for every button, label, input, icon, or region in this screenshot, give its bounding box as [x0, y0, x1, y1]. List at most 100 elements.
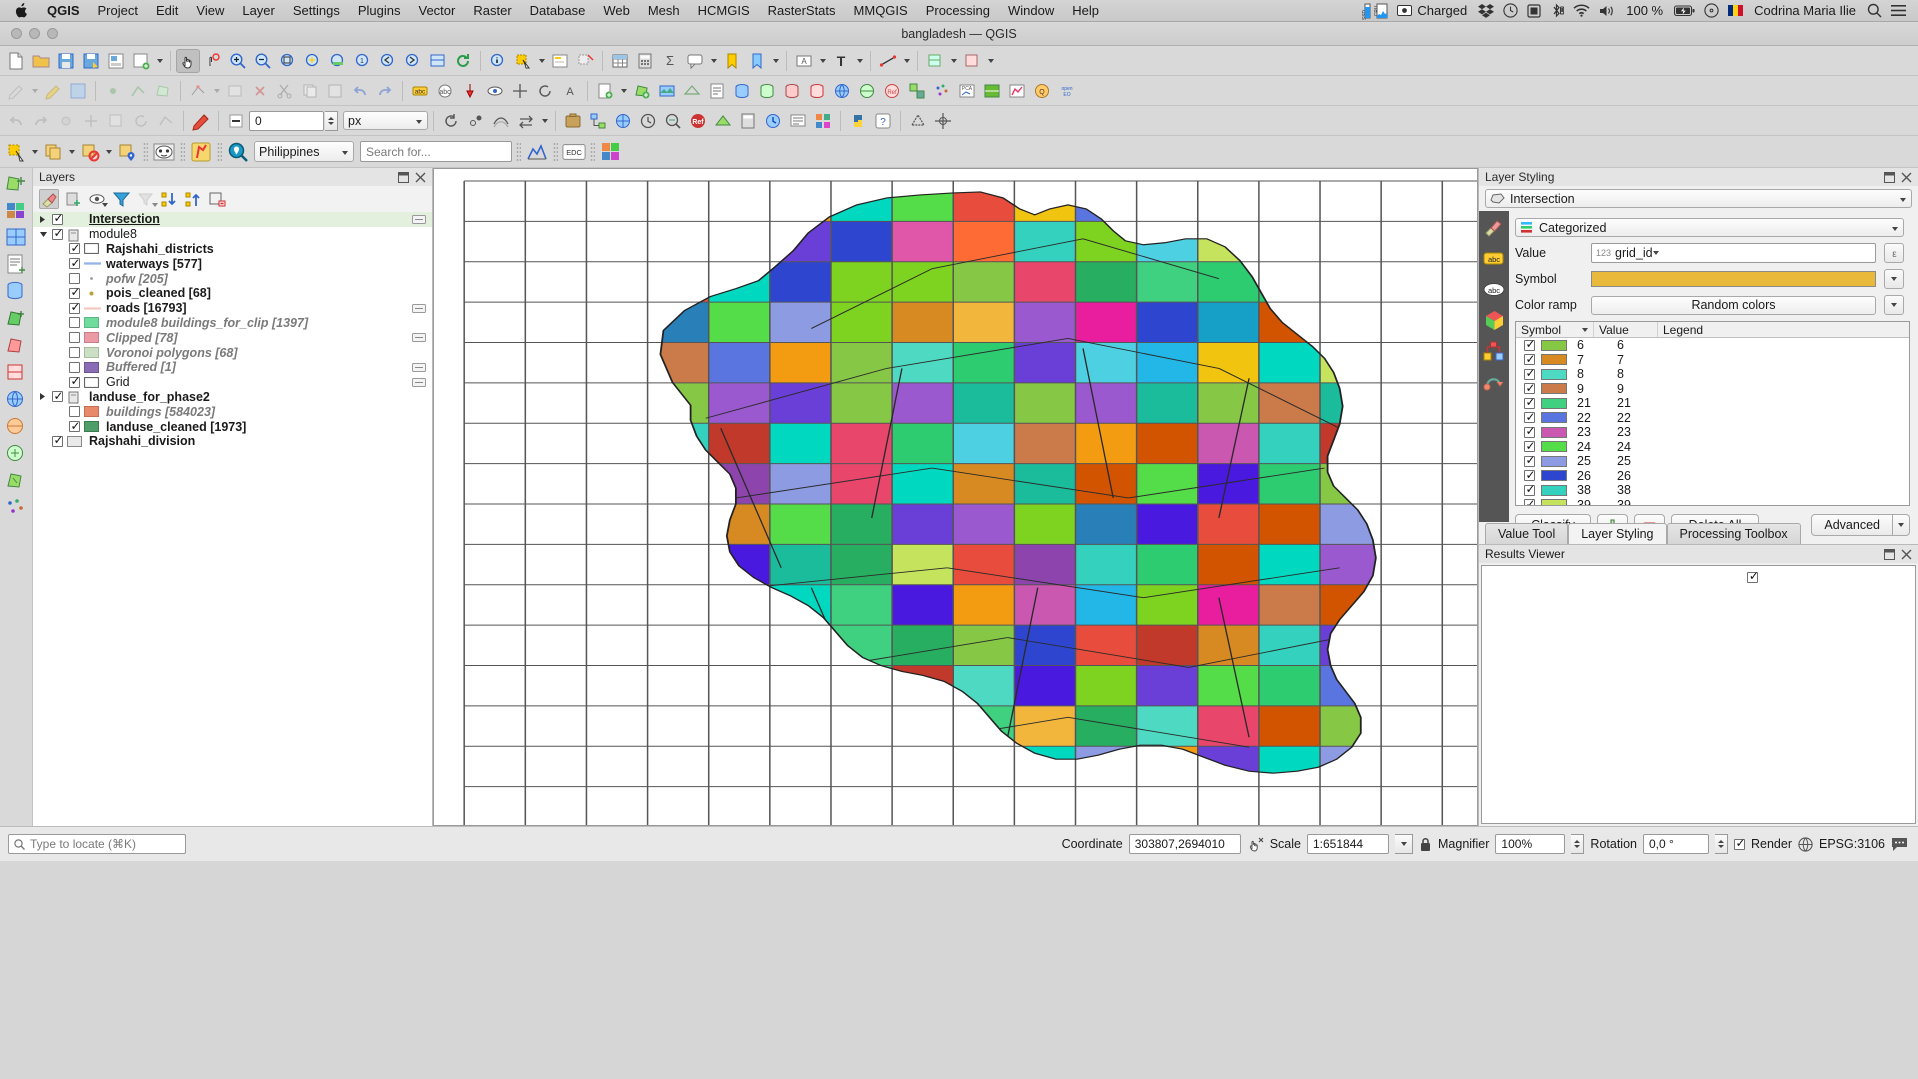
wifi-icon[interactable]: [1573, 4, 1590, 17]
header-value[interactable]: Value: [1594, 322, 1658, 337]
measure-area-icon[interactable]: [906, 109, 930, 133]
category-row[interactable]: 26 26: [1516, 468, 1909, 484]
layer-filter-indicator-icon[interactable]: [412, 362, 426, 372]
symbol-dropdown-button[interactable]: [1884, 269, 1904, 289]
tab-processing-toolbox[interactable]: Processing Toolbox: [1666, 523, 1801, 544]
measure-line-icon[interactable]: [876, 49, 900, 73]
add-postgis-layer-icon[interactable]: [730, 79, 754, 103]
menu-item-project[interactable]: Project: [89, 0, 147, 22]
units-select[interactable]: px: [343, 111, 428, 130]
crs-globe-icon[interactable]: [1798, 836, 1813, 852]
category-checkbox[interactable]: [1524, 482, 1536, 496]
add-mssql-left-icon[interactable]: [3, 334, 29, 356]
menu-item-plugins[interactable]: Plugins: [349, 0, 410, 22]
select-by-expression-icon[interactable]: [548, 49, 572, 73]
category-checkbox[interactable]: [1524, 381, 1536, 395]
add-postgis-left-icon[interactable]: [3, 280, 29, 302]
add-pointcloud-layer-icon[interactable]: [930, 79, 954, 103]
menu-item-settings[interactable]: Settings: [284, 0, 349, 22]
layer-visibility-checkbox[interactable]: [69, 273, 80, 285]
layer-visibility-checkbox[interactable]: [69, 361, 80, 373]
undock-panel-icon[interactable]: [398, 171, 409, 183]
colorramp-select[interactable]: Random colors: [1591, 295, 1876, 315]
layer-visibility-checkbox[interactable]: [69, 419, 81, 433]
category-checkbox[interactable]: [1524, 424, 1536, 438]
lock-scale-icon[interactable]: [1419, 837, 1432, 852]
geocoding-search-icon[interactable]: [226, 140, 250, 164]
offset-curve-icon[interactable]: [489, 109, 513, 133]
volume-icon[interactable]: [1599, 4, 1615, 18]
crosshair-icon[interactable]: [931, 109, 955, 133]
extent-toggle-icon[interactable]: [1247, 836, 1264, 853]
time-machine-icon[interactable]: [1503, 3, 1518, 18]
menu-item-help[interactable]: Help: [1063, 0, 1108, 22]
add-vector-layer-left-icon[interactable]: [3, 172, 29, 194]
messages-icon[interactable]: [1891, 837, 1908, 852]
add-layer-pin-icon[interactable]: [115, 140, 139, 164]
category-color-swatch[interactable]: [1541, 412, 1567, 424]
new-print-layout-icon[interactable]: [129, 49, 153, 73]
layer-tree-item[interactable]: Buffered [1]: [33, 360, 432, 375]
identify-features-icon[interactable]: [486, 49, 510, 73]
render-checkbox[interactable]: [1733, 836, 1746, 850]
line-width-input[interactable]: 0: [249, 110, 324, 131]
country-select[interactable]: Philippines: [254, 141, 354, 162]
layer-filter-indicator-icon[interactable]: [412, 333, 426, 343]
refresh-icon[interactable]: [451, 49, 475, 73]
category-checkbox[interactable]: [1524, 352, 1536, 366]
category-color-swatch[interactable]: [1541, 383, 1567, 395]
header-legend[interactable]: Legend: [1658, 322, 1909, 337]
renderer-select[interactable]: Categorized: [1515, 218, 1904, 237]
crs-label[interactable]: EPSG:3106: [1819, 837, 1885, 851]
results-viewer-icon[interactable]: [661, 109, 685, 133]
category-color-swatch[interactable]: [1541, 441, 1567, 453]
add-vector-layer-icon[interactable]: [630, 79, 654, 103]
add-mesh-layer-left-icon[interactable]: [3, 226, 29, 248]
layer-visibility-checkbox[interactable]: [52, 226, 64, 240]
zoom-full-icon[interactable]: [276, 49, 300, 73]
category-color-swatch[interactable]: [1541, 455, 1567, 467]
category-row[interactable]: 39 39: [1516, 497, 1909, 505]
change-label-icon[interactable]: A: [558, 79, 582, 103]
rotate-point-symbols-icon[interactable]: [439, 109, 463, 133]
layer-tree-item[interactable]: landuse_for_phase2: [33, 389, 432, 405]
add-mssql-layer-icon[interactable]: [780, 79, 804, 103]
line-width-stepper[interactable]: [325, 110, 338, 131]
category-row[interactable]: 38 38: [1516, 482, 1909, 498]
tab-layer-styling[interactable]: Layer Styling: [1568, 523, 1667, 544]
locator-input[interactable]: Type to locate (⌘K): [8, 834, 186, 854]
field-calculator-icon[interactable]: [633, 49, 657, 73]
category-row[interactable]: 77: [1516, 352, 1909, 368]
annotation-manager-icon[interactable]: [786, 109, 810, 133]
add-delimited-text-left-icon[interactable]: [3, 253, 29, 275]
pin-labels-icon[interactable]: [458, 79, 482, 103]
add-wcs-layer-icon[interactable]: [855, 79, 879, 103]
layer-tree-item[interactable]: Rajshahi_division: [33, 433, 432, 449]
category-row[interactable]: 66: [1516, 338, 1909, 353]
add-wfs-layer-icon[interactable]: Ref: [880, 79, 904, 103]
collapse-all-icon[interactable]: [183, 189, 203, 209]
live-update-checkbox[interactable]: [1747, 569, 1759, 583]
layer-visibility-checkbox[interactable]: [52, 389, 64, 403]
layout-dropdown-caret-icon[interactable]: [154, 49, 165, 73]
diagrams-tab-icon[interactable]: [1483, 341, 1505, 361]
coordinate-input[interactable]: 303807,2694010: [1128, 834, 1241, 854]
manage-styles-icon[interactable]: [960, 49, 984, 73]
georeferencer-icon[interactable]: [611, 109, 635, 133]
qfield-sync-icon[interactable]: Q: [1030, 79, 1054, 103]
pan-to-selection-icon[interactable]: [201, 49, 225, 73]
layout-manager-icon[interactable]: [104, 49, 128, 73]
temporal-controller-icon[interactable]: [761, 109, 785, 133]
layer-visibility-checkbox[interactable]: [69, 317, 80, 329]
select-dropdown-caret-icon[interactable]: [536, 49, 547, 73]
layer-tree-item[interactable]: Voronoi polygons [68]: [33, 345, 432, 360]
remove-layer-group-icon[interactable]: [207, 189, 227, 209]
category-row[interactable]: 25 25: [1516, 453, 1909, 469]
annotation-dropdown-caret-icon[interactable]: [817, 49, 828, 73]
tab-value-tool[interactable]: Value Tool: [1485, 523, 1569, 544]
text-annotation-icon[interactable]: T: [829, 49, 853, 73]
layer-visibility-checkbox[interactable]: [52, 212, 64, 225]
add-vector-tile-layer-icon[interactable]: [905, 79, 929, 103]
layer-visibility-checkbox[interactable]: [69, 406, 80, 418]
add-spatialite-layer-icon[interactable]: [755, 79, 779, 103]
